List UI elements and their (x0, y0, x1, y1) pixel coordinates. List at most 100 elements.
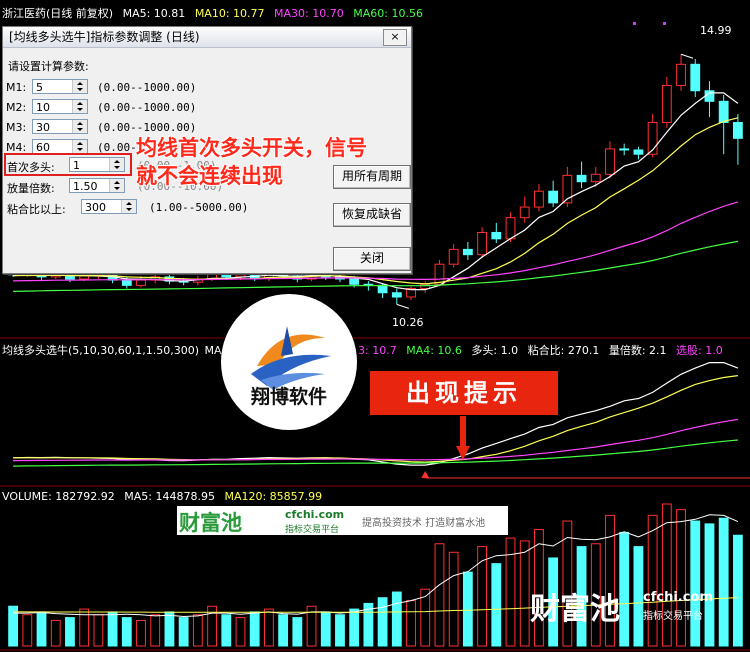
param-m1-input[interactable]: 5 (32, 79, 88, 94)
candle-body (377, 284, 388, 294)
volume-ma5: MA5: 144878.95 (124, 490, 215, 503)
volume-bar (235, 617, 246, 647)
indicator-ma60-line (13, 439, 738, 467)
spinner-arrows-icon[interactable] (72, 140, 87, 153)
candle-body (65, 273, 75, 280)
annotation-line-1: 均线首次多头开关，信号 (136, 136, 367, 160)
volume-bar (391, 591, 402, 647)
spinner-arrows-icon[interactable] (121, 200, 136, 213)
main-chart-header: 浙江医药(日线 前复权) MA5: 10.81 MA10: 10.77 MA30… (2, 5, 429, 21)
param-m4-input[interactable]: 60 (32, 139, 88, 154)
candle-body (434, 263, 445, 285)
high-price-label: 14.99 (700, 24, 732, 37)
param-section-label: 请设置计算参数: (8, 60, 89, 73)
volume-bar (434, 543, 445, 647)
candle-body (619, 148, 630, 151)
volume-bar (65, 617, 75, 647)
down-arrow-icon (456, 416, 470, 460)
volume-bar (93, 614, 104, 647)
param-m1-range: (0.00--1000.00) (97, 81, 197, 94)
red-annotation: 均线首次多头开关，信号 就不会连续出现 (136, 134, 367, 190)
candle-body (79, 275, 90, 280)
watermark-brand: 财富池 (179, 511, 242, 535)
spinner-arrows-icon[interactable] (72, 120, 87, 133)
param-m2-range: (0.00--1000.00) (97, 101, 197, 114)
dialog-close-button[interactable]: × (383, 29, 407, 46)
param-m3-input[interactable]: 30 (32, 119, 88, 134)
logo-emblem-icon (251, 326, 331, 390)
volume-bar (221, 614, 232, 647)
stock-title: 浙江医药(日线 前复权) (2, 7, 114, 20)
candle-body (718, 100, 729, 123)
volume-bar (477, 546, 487, 647)
indicator-ma4: MA4: 10.6 (406, 344, 462, 357)
indicator-name: 均线多头选牛(5,10,30,60,1,1.50,300) (2, 344, 200, 357)
spinner-arrows-icon[interactable] (72, 80, 87, 93)
candle-body (121, 279, 132, 286)
indicator-duotou: 多头: 1.0 (471, 344, 519, 357)
low-price-label: 10.26 (392, 316, 424, 329)
indicator-xuanniu: 选股: 1.0 (676, 344, 723, 357)
param-stick-ratio-label: 粘合比以上: (7, 203, 66, 216)
stock-chart-window: 浙江医药(日线 前复权) MA5: 10.81 MA10: 10.77 MA 30… (0, 0, 750, 652)
param-stick-ratio-range: (1.00--5000.00) (149, 201, 249, 214)
ma10-label: MA10: 10.77 (194, 7, 265, 20)
volume-ma120: MA120: 85857.99 (224, 490, 323, 503)
candle-body (732, 121, 743, 139)
signal-up-arrow (421, 471, 430, 478)
spinner-arrows-icon[interactable] (109, 179, 124, 192)
volume-bar (22, 614, 33, 647)
restore-default-button[interactable]: 恢复成缺省 (333, 203, 411, 227)
param-stick-ratio-input[interactable]: 300 (81, 199, 137, 214)
volume-bar (178, 617, 189, 647)
param-volume-ratio-input[interactable]: 1.50 (69, 178, 125, 193)
param-m3-label: M3: (6, 121, 27, 134)
volume-value: VOLUME: 182792.92 (2, 490, 115, 503)
indicator-ma-prefix: MA (204, 344, 222, 357)
candle-body (491, 231, 502, 240)
candle-body (136, 279, 146, 286)
param-m3-range: (0.00--1000.00) (97, 121, 197, 134)
volume-bar (448, 551, 459, 647)
volume-bar (36, 611, 47, 647)
low-pointer (396, 303, 409, 309)
ma5-label: MA5: 10.81 (122, 7, 186, 20)
candle-body (462, 248, 473, 256)
watermark-slogan: 提高投资技术 打造财富水池 (362, 518, 486, 529)
high-pointer (680, 53, 694, 59)
watermark-corner-sub: 指标交易平台 (643, 611, 703, 622)
candle-body (576, 174, 587, 183)
volume-bar (164, 611, 175, 647)
volume-bar (264, 608, 274, 647)
volume-bar (249, 611, 260, 647)
cfchi-watermark-banner: 财富池 cfchi.com 指标交易平台 提高投资技术 打造财富水池 (177, 506, 508, 535)
volume-bar (377, 597, 388, 647)
dialog-title-bar[interactable]: [均线多头选牛]指标参数调整 (日线) × (3, 27, 411, 48)
param-volume-ratio-label: 放量倍数: (7, 182, 55, 195)
volume-bar (121, 617, 132, 647)
volume-bar (292, 617, 303, 647)
param-volume-ratio-value: 1.50 (73, 180, 98, 193)
volume-bar (150, 614, 161, 647)
param-m1-value: 5 (36, 81, 43, 94)
candle-body (676, 63, 686, 86)
cfchi-watermark-corner: 财富池 cfchi.com 指标交易平台 (530, 584, 740, 628)
spinner-arrows-icon[interactable] (72, 100, 87, 113)
indicator-ma30-line (13, 418, 738, 462)
ma60-label: MA60: 10.56 (353, 7, 423, 20)
indicator-liangbei: 量倍数: 2.1 (608, 344, 667, 357)
param-m2-label: M2: (6, 101, 27, 114)
first-bull-highlight-box (4, 153, 132, 176)
param-m2-value: 10 (36, 101, 50, 114)
param-m2-input[interactable]: 10 (32, 99, 88, 114)
indicator-ma3: 3: 10.7 (358, 344, 397, 357)
volume-bar (192, 614, 203, 647)
volume-bar (462, 571, 473, 647)
candle-body (633, 149, 644, 155)
candle-body (661, 84, 672, 123)
volume-bar (406, 600, 416, 647)
param-stick-ratio-value: 300 (85, 201, 106, 214)
dialog-ok-close-button[interactable]: 关闭 (333, 247, 411, 271)
marker-dot (663, 22, 666, 25)
volume-bar (320, 611, 331, 647)
